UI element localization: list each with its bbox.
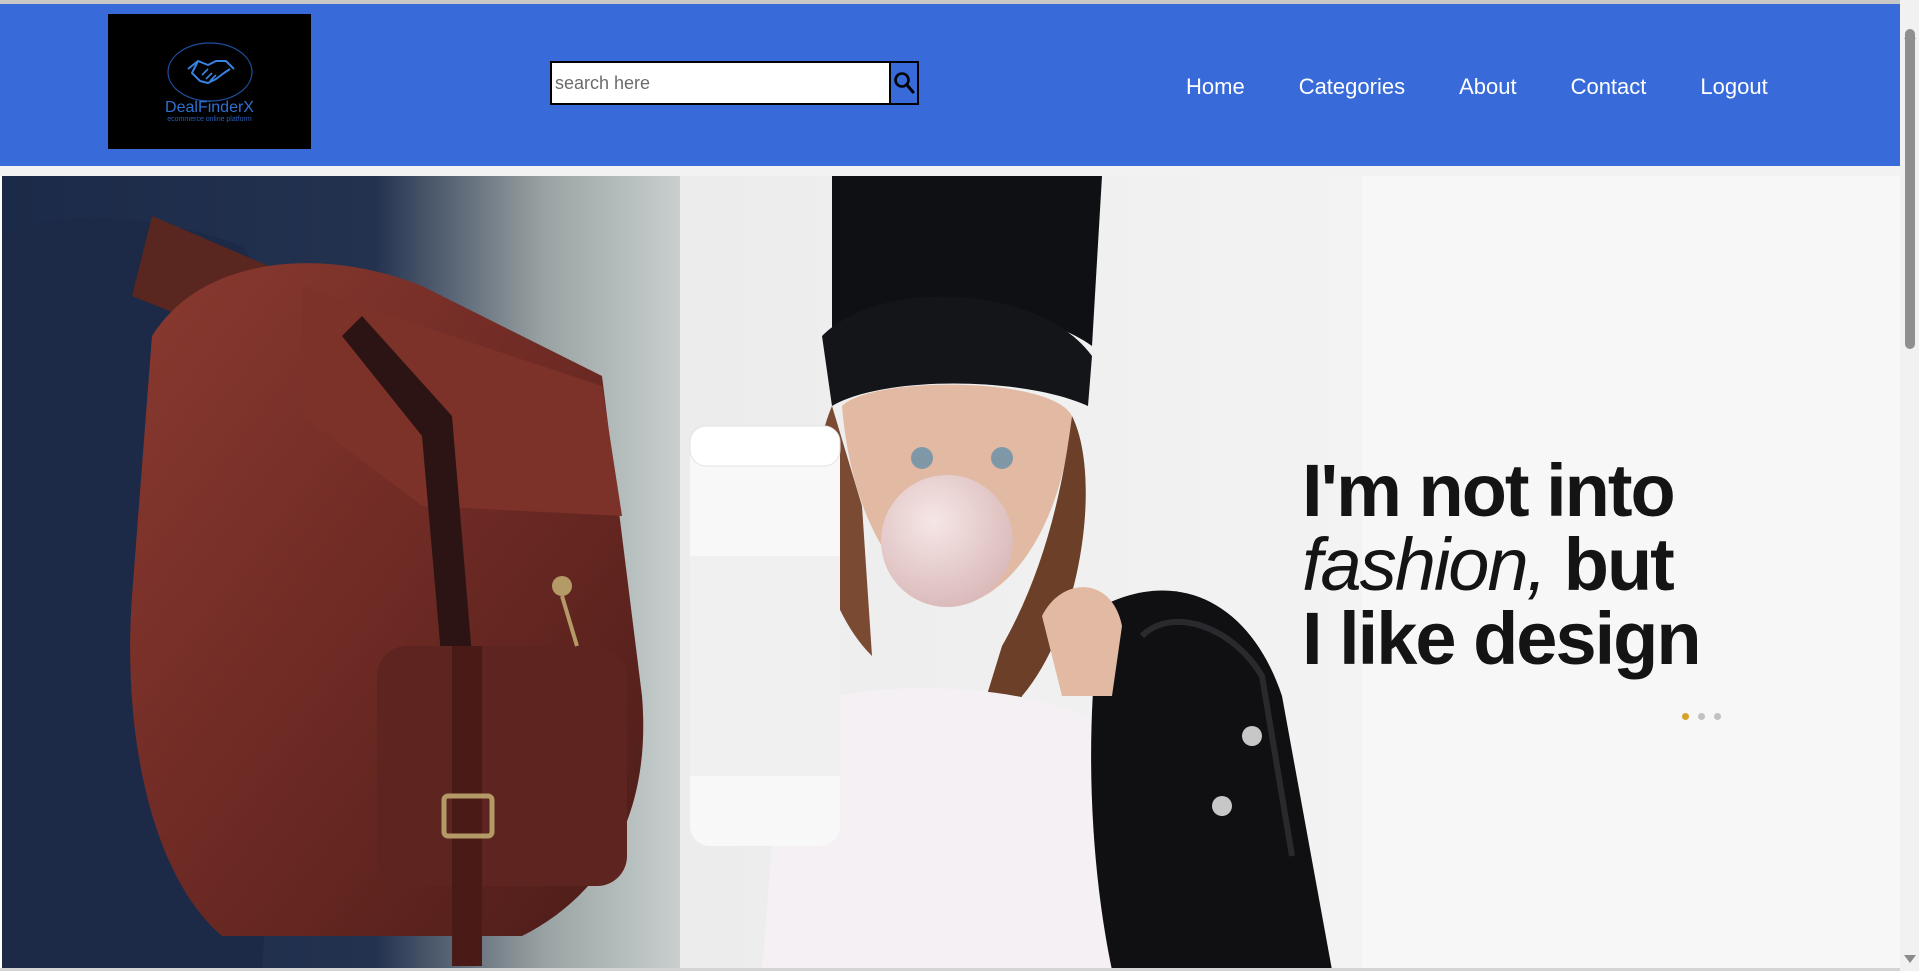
brand-tagline: ecommerce online platform	[167, 116, 252, 123]
brand-logo[interactable]: DealFinderX ecommerce online platform	[108, 14, 311, 149]
vertical-scrollbar[interactable]	[1900, 0, 1919, 971]
hero-headline-line2: fashion, but	[1302, 528, 1700, 602]
hero-headline: I'm not into fashion, but I like design	[1302, 449, 1702, 680]
hero-headline-italic: fashion,	[1302, 523, 1547, 606]
header-divider	[0, 166, 1900, 176]
hero-headline-line1: I'm not into	[1302, 449, 1676, 532]
hero-headline-rest: but	[1545, 523, 1675, 606]
search-bar	[550, 61, 919, 105]
search-icon	[894, 72, 915, 94]
navbar: DealFinderX ecommerce online platform Ho…	[0, 4, 1900, 166]
search-button[interactable]	[889, 63, 917, 103]
nav-about-link[interactable]: About	[1459, 74, 1517, 100]
carousel-dot-1[interactable]	[1682, 713, 1689, 720]
nav-logout-link[interactable]: Logout	[1700, 74, 1767, 100]
hero-carousel[interactable]: I'm not into fashion, but I like design	[2, 176, 1900, 970]
nav-home-link[interactable]: Home	[1186, 74, 1245, 100]
main-nav: Home Categories About Contact Logout	[1186, 74, 1768, 100]
handshake-icon	[166, 42, 253, 102]
brand-name: DealFinderX	[165, 99, 254, 116]
scroll-down-arrow-icon[interactable]	[1904, 955, 1916, 963]
carousel-dot-3[interactable]	[1714, 713, 1721, 720]
page: DealFinderX ecommerce online platform Ho…	[0, 0, 1919, 971]
hero-headline-line3: I like design	[1302, 597, 1702, 680]
nav-contact-link[interactable]: Contact	[1571, 74, 1647, 100]
scroll-thumb[interactable]	[1905, 29, 1915, 349]
carousel-dot-2[interactable]	[1698, 713, 1705, 720]
carousel-indicators	[1682, 713, 1730, 720]
nav-categories-link[interactable]: Categories	[1299, 74, 1405, 100]
search-input[interactable]	[552, 63, 889, 103]
